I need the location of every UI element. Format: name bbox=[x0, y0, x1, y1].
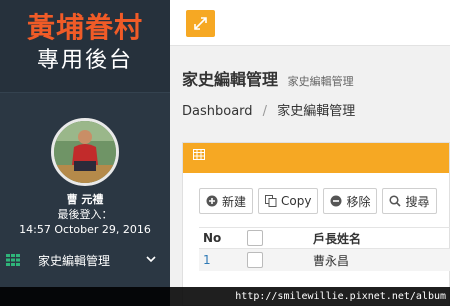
user-name: 曹 元禮 bbox=[66, 193, 104, 206]
expand-icon bbox=[194, 17, 207, 30]
breadcrumb-current: 家史編輯管理 bbox=[277, 104, 356, 119]
select-all-checkbox[interactable] bbox=[247, 230, 263, 246]
new-button-label: 新建 bbox=[222, 194, 247, 209]
remove-button[interactable]: 移除 bbox=[323, 188, 378, 214]
minus-circle-icon bbox=[330, 195, 342, 207]
breadcrumb-separator: / bbox=[262, 104, 268, 119]
brand-subtitle: 專用後台 bbox=[36, 48, 133, 73]
search-button[interactable]: 搜尋 bbox=[382, 188, 437, 214]
column-header-household-head[interactable]: 戶長姓名 bbox=[313, 230, 450, 247]
main-content: 家史編輯管理 家史編輯管理 Dashboard / 家史編輯管理 新建 Copy… bbox=[170, 0, 450, 306]
grid-icon bbox=[6, 254, 20, 266]
search-button-label: 搜尋 bbox=[405, 194, 430, 209]
household-head-name: 曹永昌 bbox=[313, 253, 350, 268]
page-header: 家史編輯管理 家史編輯管理 Dashboard / 家史編輯管理 bbox=[170, 46, 450, 119]
breadcrumb: Dashboard / 家史編輯管理 bbox=[182, 100, 450, 119]
chevron-down-icon bbox=[144, 255, 158, 266]
column-header-no[interactable]: No bbox=[199, 231, 247, 245]
watermark: http://smilewillie.pixnet.net/album bbox=[0, 287, 450, 306]
table-icon bbox=[193, 149, 205, 160]
panel-header bbox=[183, 143, 449, 173]
avatar[interactable] bbox=[51, 118, 119, 186]
expand-button[interactable] bbox=[186, 10, 215, 37]
topbar bbox=[170, 0, 450, 46]
records-table: No 戶長姓名 1 曹永昌 bbox=[199, 227, 450, 271]
breadcrumb-home[interactable]: Dashboard bbox=[182, 104, 253, 119]
page-title: 家史編輯管理 家史編輯管理 bbox=[182, 66, 450, 90]
row-number[interactable]: 1 bbox=[199, 253, 247, 267]
sidebar-separator bbox=[0, 92, 170, 112]
plus-circle-icon bbox=[206, 195, 218, 207]
copy-button-label: Copy bbox=[281, 194, 312, 208]
brand: 黃埔眷村 專用後台 bbox=[0, 0, 170, 92]
brand-title: 黃埔眷村 bbox=[26, 11, 143, 44]
remove-button-label: 移除 bbox=[346, 194, 371, 209]
search-icon bbox=[389, 195, 402, 207]
column-header-select bbox=[247, 230, 313, 246]
sidebar-item-label: 家史編輯管理 bbox=[38, 253, 111, 268]
sidebar-item-family-history[interactable]: 家史編輯管理 bbox=[0, 248, 170, 272]
user-profile: 曹 元禮 最後登入： 14:57 October 29, 2016 bbox=[0, 112, 170, 237]
table-row[interactable]: 1 曹永昌 bbox=[199, 249, 450, 271]
copy-button[interactable]: Copy bbox=[258, 188, 319, 214]
toolbar: 新建 Copy 移除 搜尋 bbox=[199, 188, 437, 214]
page-subtitle: 家史編輯管理 bbox=[287, 75, 354, 88]
sidebar: 黃埔眷村 專用後台 曹 元禮 最後登入： 14:57 October 29, 2… bbox=[0, 0, 170, 306]
records-panel: 新建 Copy 移除 搜尋 No 戶長姓名 1 曹永昌 bbox=[182, 142, 450, 306]
row-checkbox[interactable] bbox=[247, 252, 263, 268]
last-login-label: 最後登入： bbox=[57, 208, 113, 221]
copy-icon bbox=[265, 195, 277, 207]
new-button[interactable]: 新建 bbox=[199, 188, 254, 214]
row-select-cell bbox=[247, 252, 313, 268]
page-title-text: 家史編輯管理 bbox=[182, 70, 279, 89]
last-login-time: 14:57 October 29, 2016 bbox=[19, 223, 151, 236]
table-header-row: No 戶長姓名 bbox=[199, 227, 450, 249]
